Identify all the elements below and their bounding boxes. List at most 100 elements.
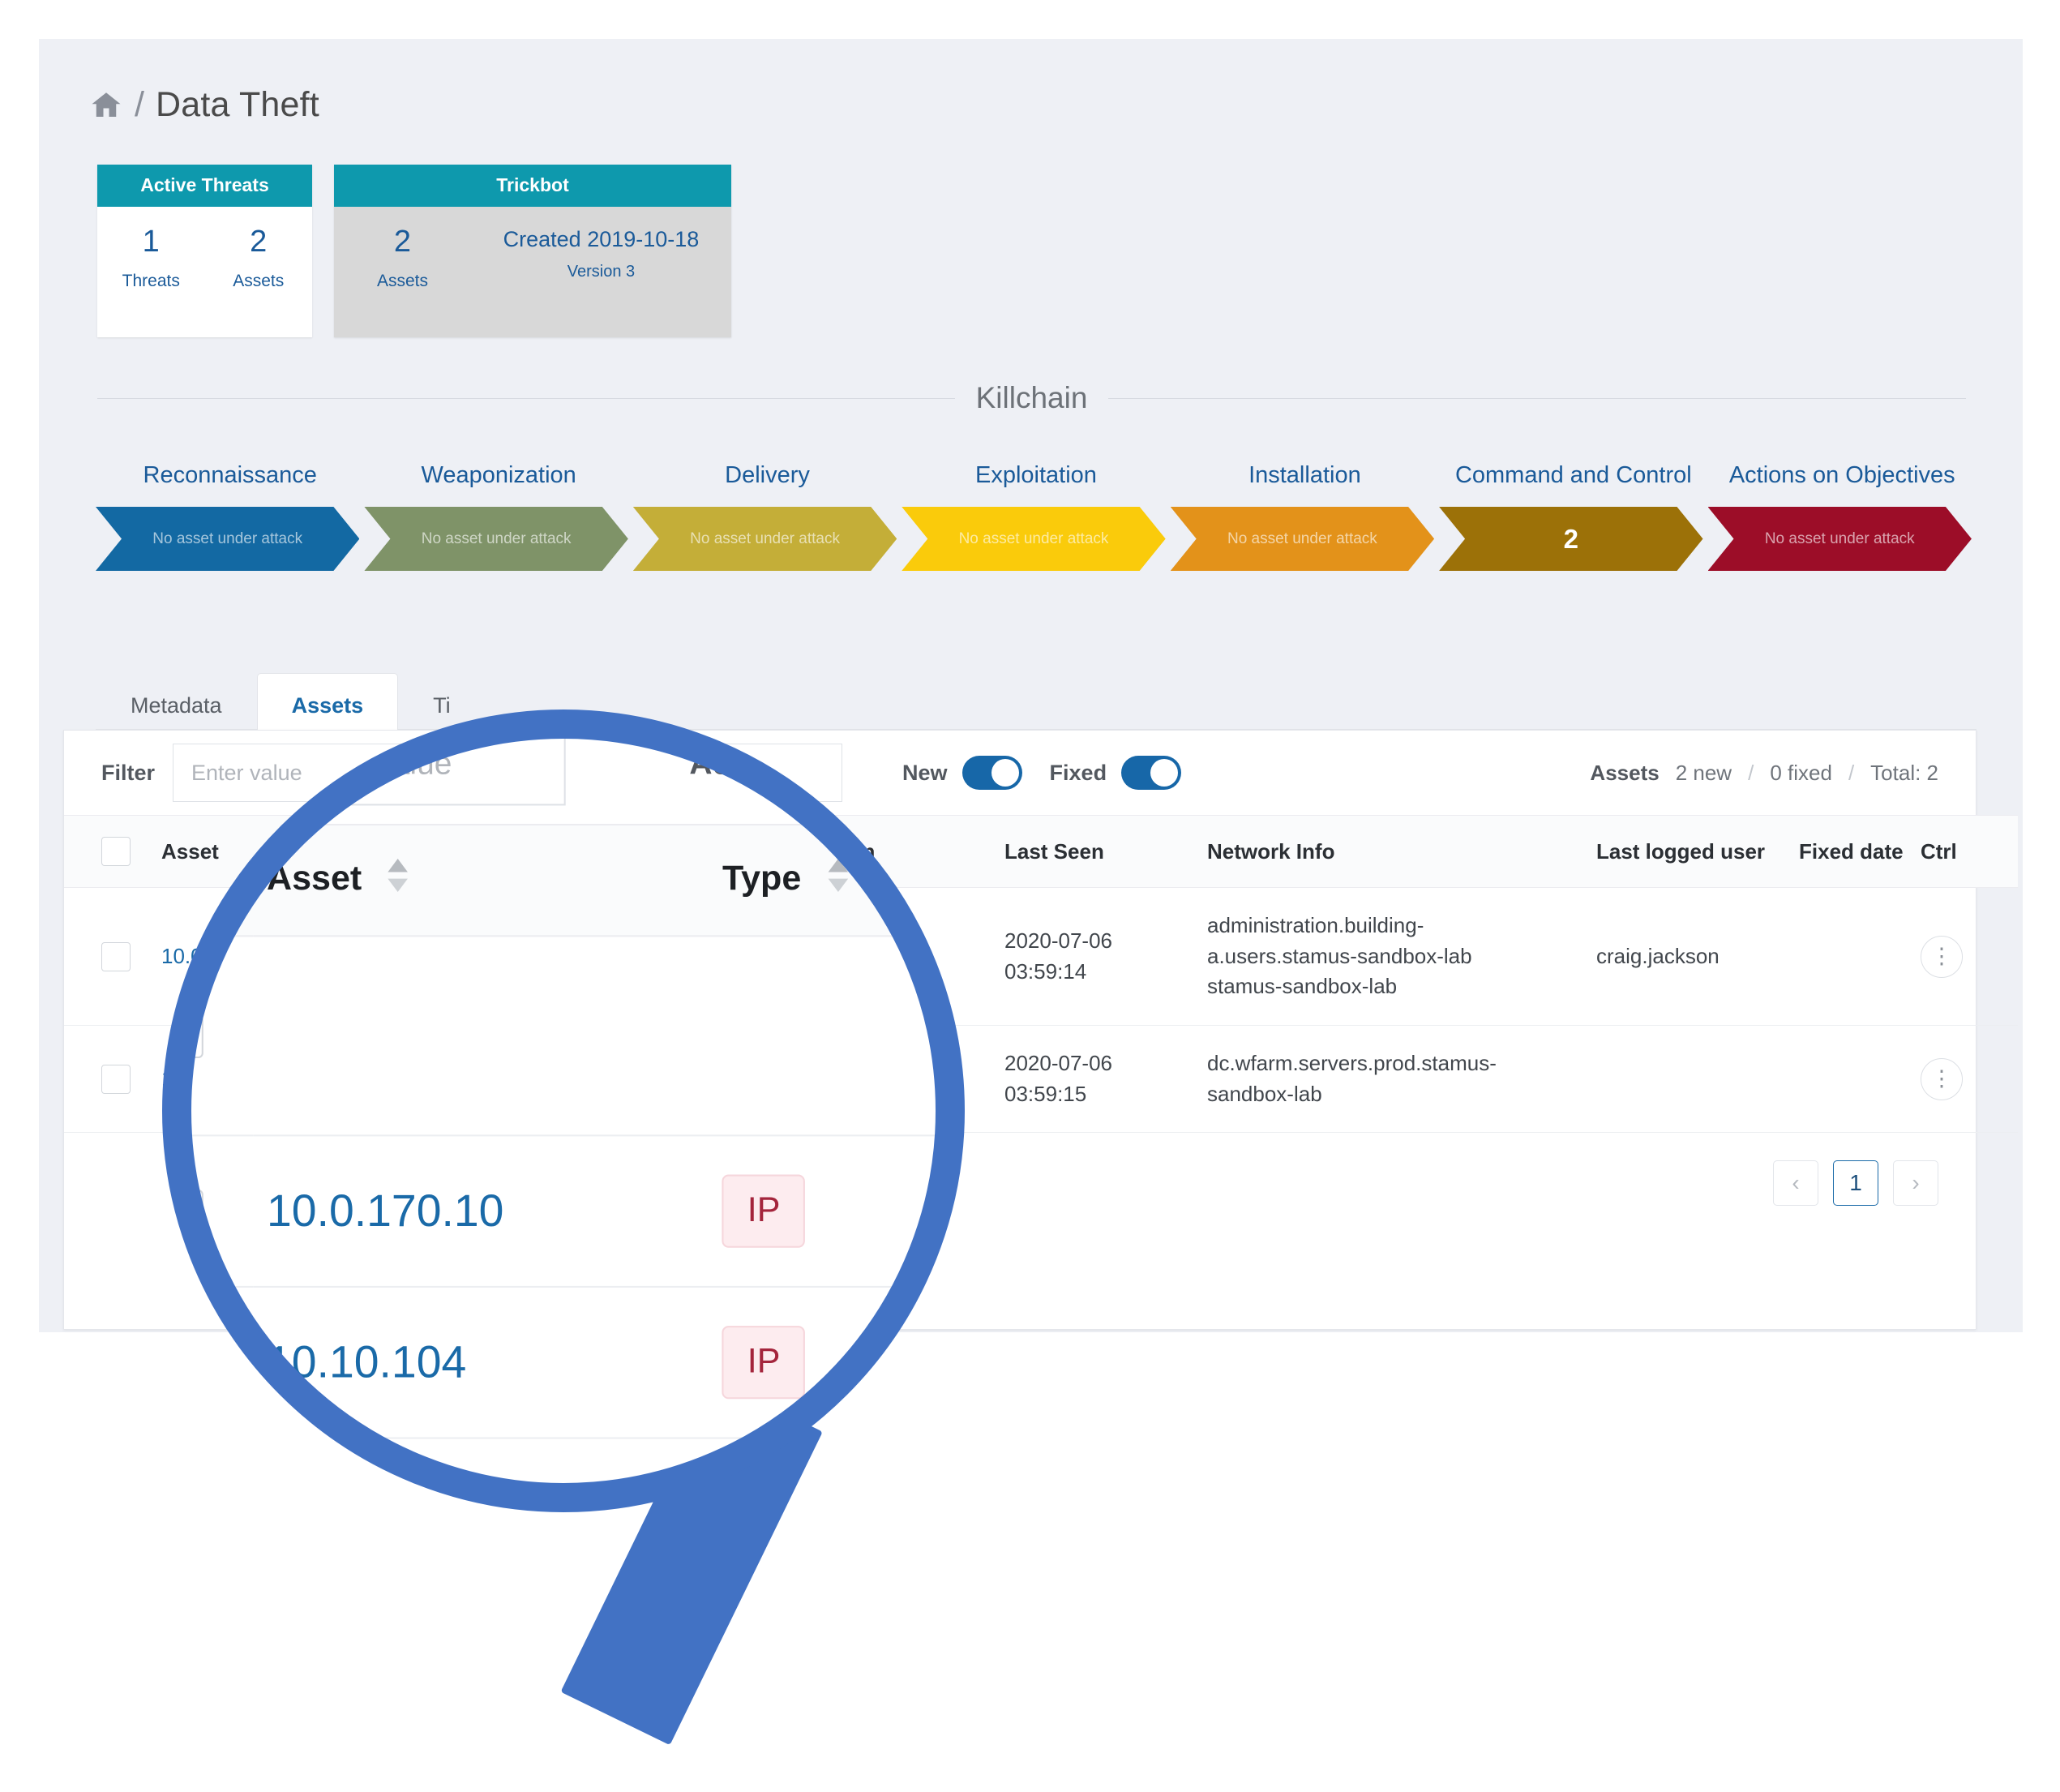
row-network-info: administration.building- a.users.stamus-… (1199, 887, 1588, 1027)
breadcrumb-separator: / (135, 85, 144, 124)
assets-counts-label: Assets (1590, 760, 1660, 785)
row-type: IP (396, 887, 550, 1027)
header-select-all (64, 815, 153, 888)
header-kill-chain-phase[interactable]: Kill Chain Phase (550, 815, 842, 888)
home-icon[interactable] (89, 88, 123, 122)
tab-metadata[interactable]: Metadata (96, 673, 257, 739)
header-last-logged-user[interactable]: Last logged user (1588, 815, 1791, 888)
trickbot-created: Created 2019-10-18 Version 3 (471, 207, 731, 337)
killchain-arrow-installation[interactable]: No asset under attack (1171, 507, 1434, 571)
killchain-empty-weaponization: No asset under attack (421, 529, 572, 547)
header-first-seen[interactable]: en (842, 815, 996, 888)
killchain-arrow-command-and-control[interactable]: 2 (1439, 507, 1702, 571)
killchain-arrow-exploitation[interactable]: No asset under attack (902, 507, 1165, 571)
row-first-seen (842, 1025, 996, 1134)
trickbot-assets-label: Assets (376, 271, 428, 290)
stat-threats-value: 1 (142, 225, 160, 259)
table-row[interactable]: 10.0.170.10 IP Command and Control 2020-… (64, 1025, 2018, 1134)
row-ctrl: ⋮ (1912, 1025, 2018, 1134)
row-asset-link[interactable]: 10.0.170.10 (161, 1066, 272, 1091)
header-last-seen[interactable]: Last Seen (996, 815, 1199, 888)
kill-chain-phase-badge: Command and Control (559, 932, 808, 980)
killchain-empty-reconnaissance: No asset under attack (152, 529, 303, 547)
breadcrumb: / Data Theft (89, 85, 319, 125)
row-checkbox[interactable] (101, 1064, 131, 1094)
pagination-page-1[interactable]: 1 (1833, 1160, 1878, 1207)
counts-separator-1: / (1748, 760, 1754, 785)
divider-line-right (1108, 397, 1967, 399)
stat-assets-label: Assets (233, 271, 285, 290)
row-first-seen (842, 887, 996, 1027)
killchain-arrow-weaponization[interactable]: No asset under attack (364, 507, 627, 571)
stat-assets: 2 Assets (205, 207, 313, 337)
row-checkbox-cell (64, 1025, 153, 1134)
toggle-new-wrap: New (902, 756, 1022, 790)
killchain-empty-delivery: No asset under attack (690, 529, 840, 547)
pagination: ‹ 1 › (64, 1133, 1976, 1207)
active-threats-card[interactable]: Active Threats 1 Threats 2 Assets (97, 165, 312, 337)
row-kill-chain-phase: Command and Control (550, 887, 842, 1027)
tab-assets[interactable]: Assets (256, 673, 399, 739)
assets-table-body: 10.0.170.10 IP Command and Control 2020-… (64, 887, 2018, 1134)
killchain-empty-installation: No asset under attack (1227, 529, 1377, 547)
select-all-checkbox[interactable] (101, 837, 131, 866)
killchain-count-command-and-control: 2 (1563, 523, 1578, 554)
network-info-line: administration.building- (1207, 913, 1424, 937)
killchain-label-installation: Installation (1248, 462, 1361, 488)
killchain-arrow-delivery[interactable]: No asset under attack (633, 507, 897, 571)
killchain-arrow-reconnaissance[interactable]: No asset under attack (96, 507, 359, 571)
row-type: IP (396, 1025, 550, 1134)
assets-table: Asset Type Kill Chain Phase en Last Seen… (64, 815, 2018, 1134)
type-badge: IP (405, 935, 452, 978)
assets-counts: Assets 2 new / 0 fixed / Total: 2 (1590, 761, 1938, 786)
header-network-info[interactable]: Network Info (1199, 815, 1588, 888)
table-row[interactable]: 10.0.170.10 IP Command and Control 2020-… (64, 887, 2018, 1027)
stat-assets-value: 2 (250, 225, 268, 259)
header-type[interactable]: Type (396, 815, 550, 888)
header-asset[interactable]: Asset (153, 815, 396, 888)
counts-separator-2: / (1848, 760, 1855, 785)
row-asset-link[interactable]: 10.0.170.10 (161, 944, 272, 968)
stat-threats: 1 Threats (97, 207, 205, 337)
assets-header-row: Asset Type Kill Chain Phase en Last Seen… (64, 815, 2018, 888)
row-fixed-date (1791, 887, 1912, 1027)
killchain-empty-exploitation: No asset under attack (958, 529, 1109, 547)
filter-input[interactable]: Enter value (173, 744, 496, 802)
magnified-row-checkbox[interactable] (177, 1340, 203, 1384)
action-select[interactable]: Please s (656, 744, 843, 802)
assets-fixed-count: 0 fixed (1770, 760, 1832, 785)
pagination-next[interactable]: › (1893, 1160, 1938, 1207)
row-menu-icon[interactable]: ⋮ (1921, 935, 1963, 978)
killchain-label-delivery: Delivery (725, 462, 810, 488)
tab-bar: Metadata Assets Ti (96, 673, 486, 739)
active-threats-title: Active Threats (97, 165, 312, 207)
trickbot-body: 2 Assets Created 2019-10-18 Version 3 (334, 207, 731, 337)
assets-total: Total: 2 (1870, 760, 1938, 785)
toggle-new-knob (991, 759, 1019, 787)
summary-cards: Active Threats 1 Threats 2 Assets Trickb… (97, 165, 731, 337)
killchain-label-reconnaissance: Reconnaissance (143, 462, 317, 488)
filter-bar: Filter Enter value Action Please s New F… (64, 731, 1976, 815)
toggle-fixed[interactable] (1121, 756, 1182, 790)
row-last-logged-user: craig.jackson (1588, 887, 1791, 1027)
pagination-prev[interactable]: ‹ (1773, 1160, 1818, 1207)
row-last-seen-date: 2020-07-06 (1004, 928, 1112, 953)
stat-threats-label: Threats (122, 271, 180, 290)
magnified-row-asset-link[interactable]: 10.10.104 (267, 1336, 466, 1387)
trickbot-created-text: Created 2019-10-18 (503, 227, 700, 251)
killchain-arrow-actions-on-objectives[interactable]: No asset under attack (1708, 507, 1972, 571)
row-asset: 10.0.170.10 (153, 887, 396, 1027)
toggle-new[interactable] (961, 756, 1022, 790)
row-last-logged-user (1588, 1025, 1791, 1134)
trickbot-card[interactable]: Trickbot 2 Assets Created 2019-10-18 Ver… (334, 165, 731, 337)
tab-timeline[interactable]: Ti (398, 673, 486, 739)
row-ctrl: ⋮ (1912, 887, 2018, 1027)
row-last-seen-time: 03:59:15 (1004, 1081, 1087, 1106)
row-kill-chain-phase: Command and Control (550, 1025, 842, 1134)
row-checkbox[interactable] (101, 941, 131, 971)
header-fixed-date[interactable]: Fixed date (1791, 815, 1912, 888)
filter-label: Filter (101, 760, 156, 785)
row-menu-icon[interactable]: ⋮ (1921, 1057, 1963, 1100)
action-label: Action (570, 760, 639, 785)
screenshot-root: / Data Theft Active Threats 1 Threats 2 … (0, 0, 2060, 1792)
